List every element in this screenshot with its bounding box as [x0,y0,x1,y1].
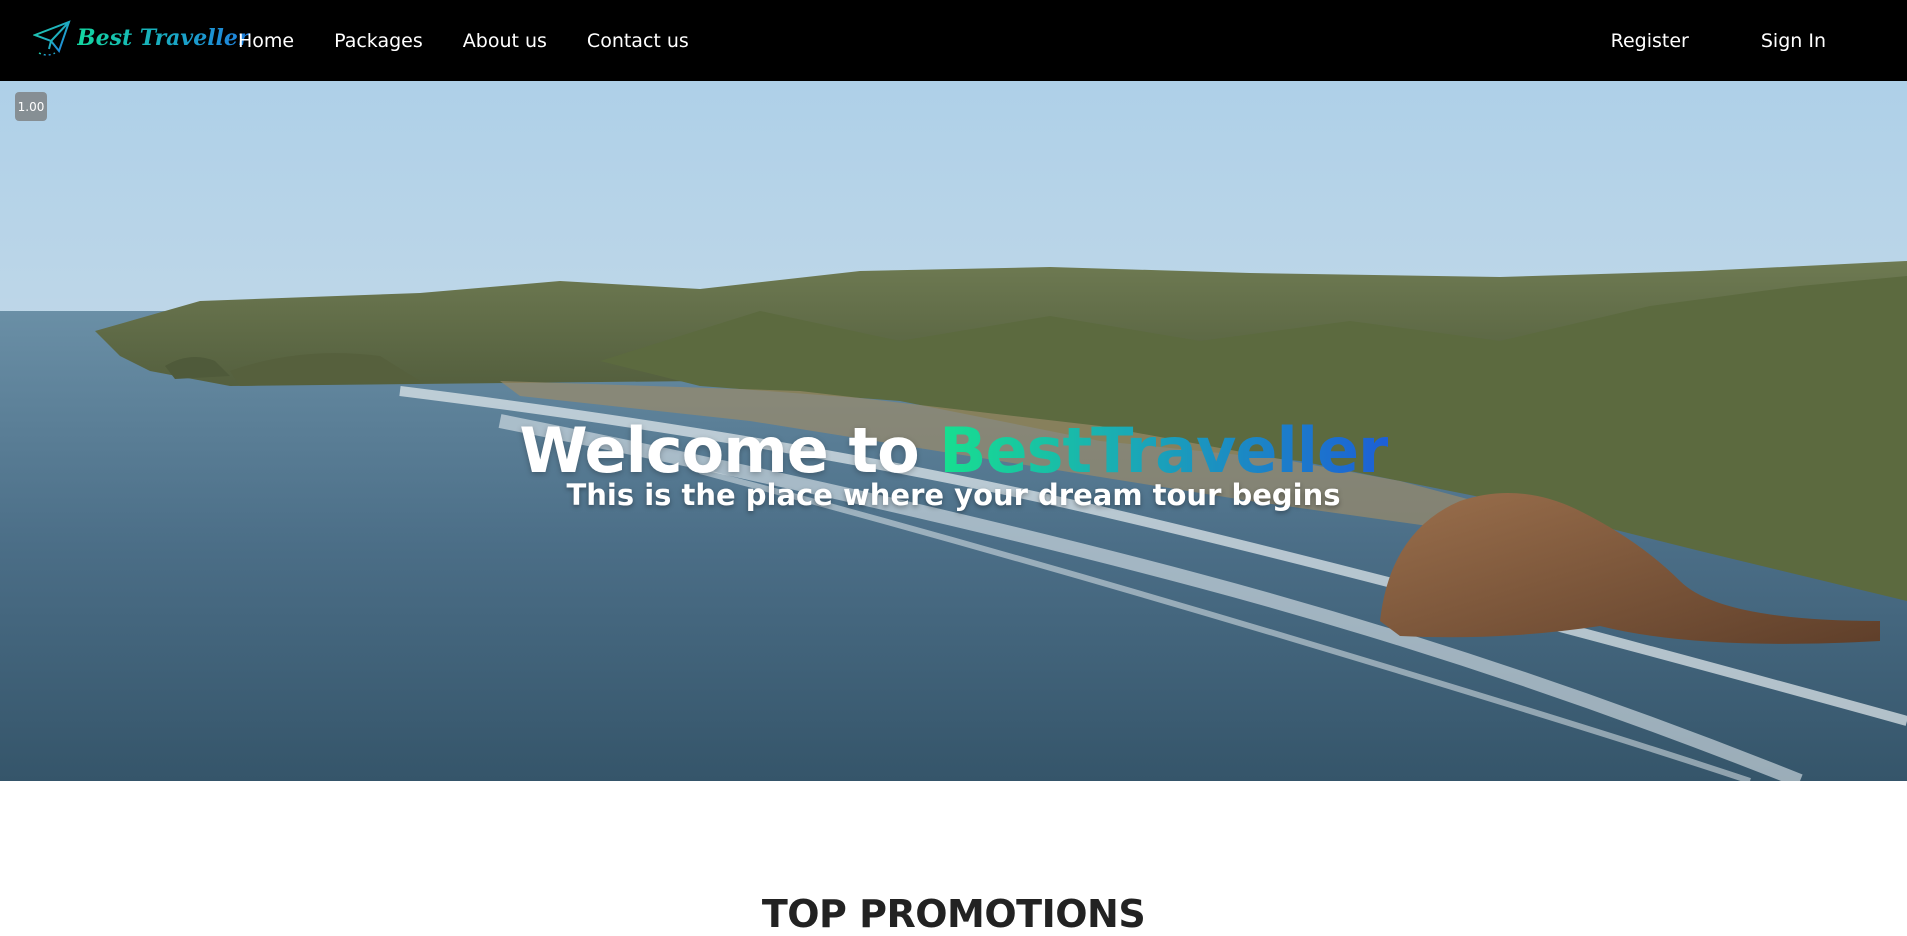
top-navbar: Best Traveller Home Packages About us Co… [0,0,1907,81]
signin-link[interactable]: Sign In [1761,30,1826,52]
nav-home[interactable]: Home [238,30,294,52]
paper-plane-icon [33,20,71,56]
brand-logo[interactable]: Best Traveller [33,18,250,58]
hero-title: Welcome to BestTraveller [0,414,1907,487]
hero-title-prefix: Welcome to [519,413,940,487]
register-link[interactable]: Register [1611,30,1689,52]
hero-title-brand: BestTraveller [939,413,1388,487]
nav-packages[interactable]: Packages [334,30,423,52]
brand-name: Best Traveller [77,25,250,51]
nav-about-us[interactable]: About us [463,30,547,52]
auth-links: Register Sign In [1611,0,1826,81]
main-nav: Home Packages About us Contact us [238,0,689,81]
top-promotions-heading: TOP PROMOTIONS [761,892,1146,936]
zoom-level-badge: 1.00 [15,92,47,121]
nav-contact-us[interactable]: Contact us [587,30,689,52]
hero-subtitle: This is the place where your dream tour … [566,478,1341,512]
